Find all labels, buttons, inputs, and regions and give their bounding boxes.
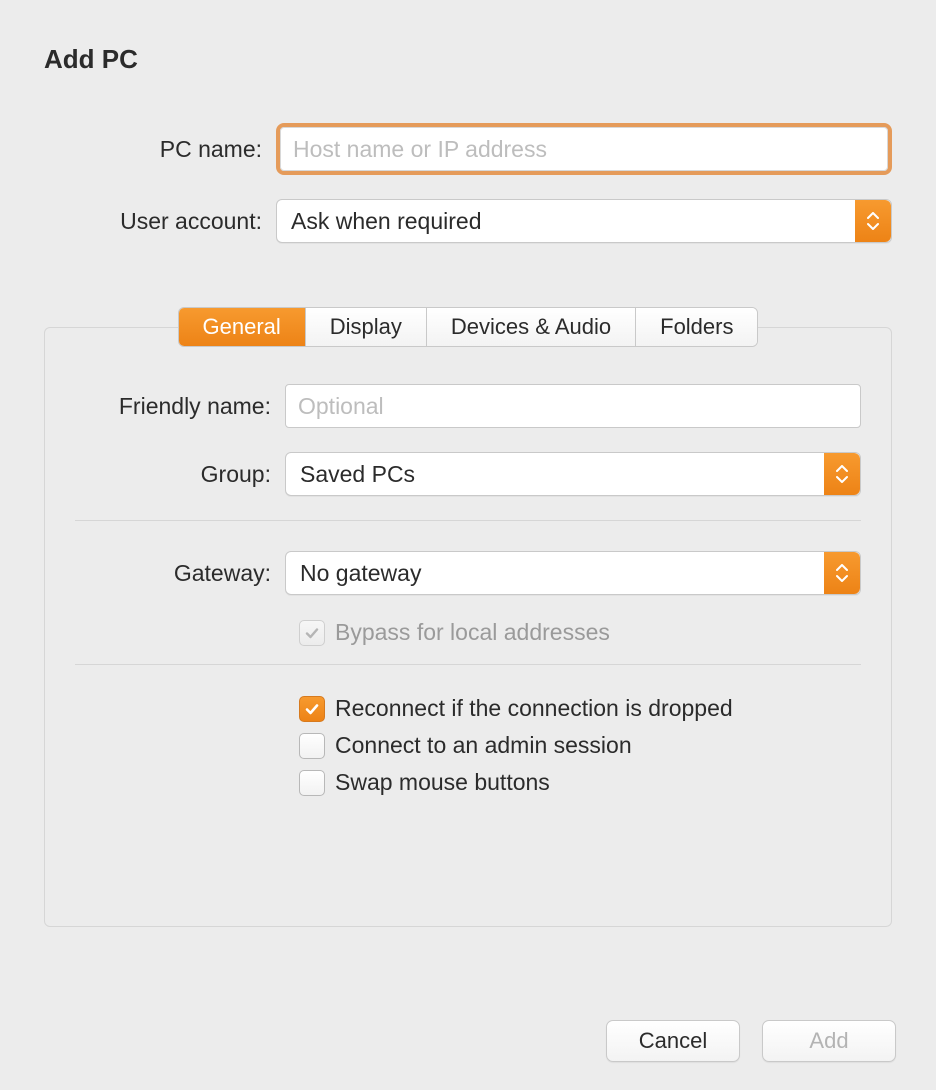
- pc-name-input[interactable]: [280, 127, 888, 171]
- admin-session-checkbox[interactable]: [299, 733, 325, 759]
- user-account-value: Ask when required: [291, 208, 482, 235]
- pc-name-label: PC name:: [44, 136, 276, 163]
- gateway-value: No gateway: [300, 560, 421, 587]
- select-stepper-icon: [824, 552, 860, 594]
- friendly-name-label: Friendly name:: [75, 393, 285, 420]
- select-stepper-icon: [824, 453, 860, 495]
- dialog-title: Add PC: [44, 44, 892, 75]
- tab-folders[interactable]: Folders: [636, 308, 757, 346]
- reconnect-checkbox[interactable]: [299, 696, 325, 722]
- gateway-select[interactable]: No gateway: [285, 551, 861, 595]
- add-button[interactable]: Add: [762, 1020, 896, 1062]
- user-account-label: User account:: [44, 208, 276, 235]
- tab-display[interactable]: Display: [306, 308, 427, 346]
- swap-mouse-label: Swap mouse buttons: [335, 769, 550, 796]
- tab-bar: General Display Devices & Audio Folders: [178, 307, 759, 347]
- swap-mouse-checkbox[interactable]: [299, 770, 325, 796]
- friendly-name-input[interactable]: [285, 384, 861, 428]
- group-select[interactable]: Saved PCs: [285, 452, 861, 496]
- group-value: Saved PCs: [300, 461, 415, 488]
- user-account-select[interactable]: Ask when required: [276, 199, 892, 243]
- select-stepper-icon: [855, 200, 891, 242]
- general-panel: Friendly name: Group: Saved PCs Gateway:: [44, 327, 892, 927]
- gateway-label: Gateway:: [75, 560, 285, 587]
- group-label: Group:: [75, 461, 285, 488]
- tab-devices-audio[interactable]: Devices & Audio: [427, 308, 636, 346]
- bypass-checkbox: [299, 620, 325, 646]
- reconnect-label: Reconnect if the connection is dropped: [335, 695, 733, 722]
- bypass-label: Bypass for local addresses: [335, 619, 610, 646]
- cancel-button[interactable]: Cancel: [606, 1020, 740, 1062]
- tab-general[interactable]: General: [179, 308, 306, 346]
- admin-session-label: Connect to an admin session: [335, 732, 632, 759]
